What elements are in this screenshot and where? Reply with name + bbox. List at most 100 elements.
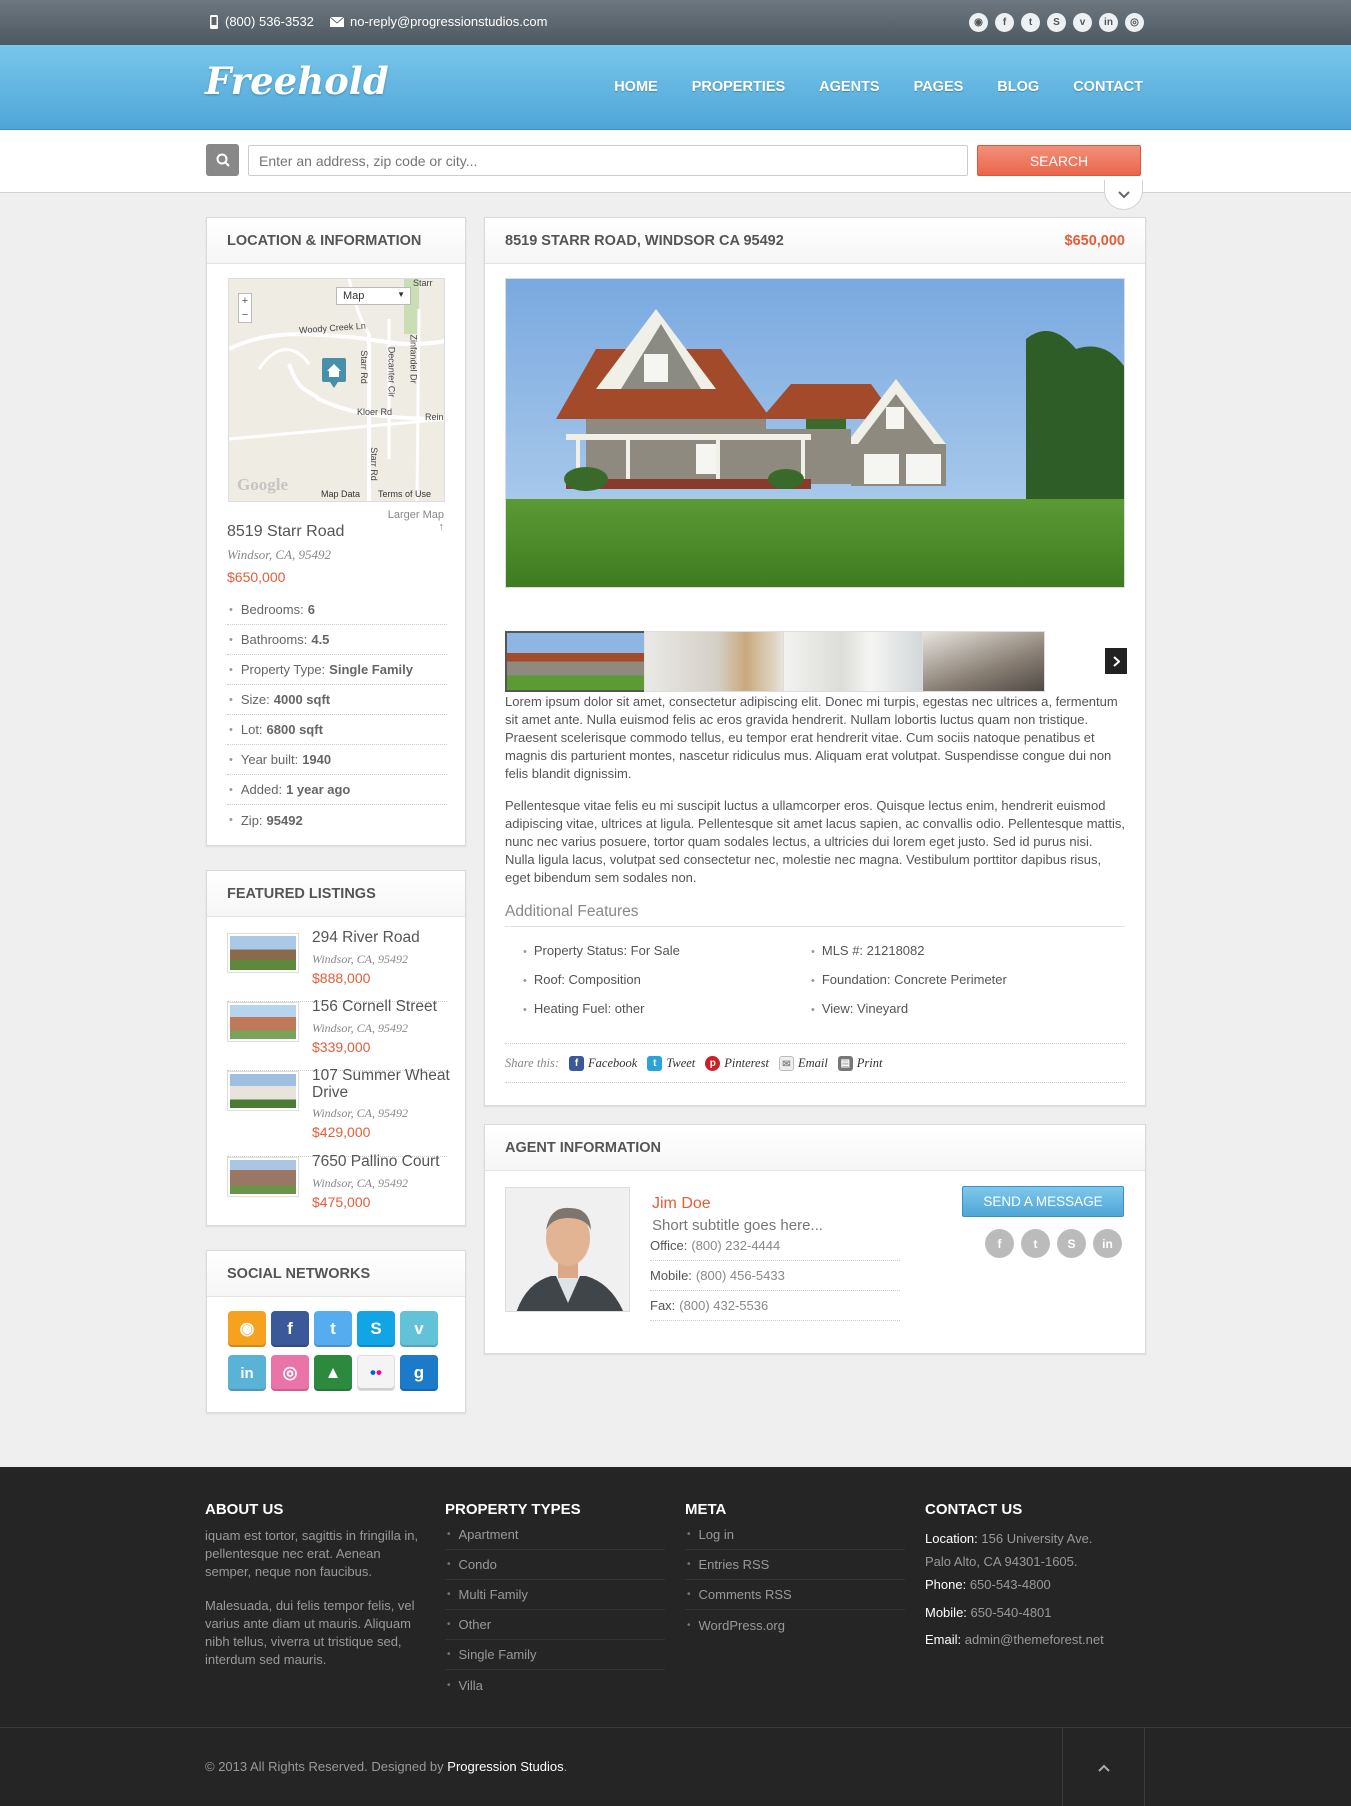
twitter-icon[interactable]: t xyxy=(1021,1229,1050,1258)
footer-link[interactable]: Condo xyxy=(445,1550,665,1580)
forrst-icon[interactable]: ▲ xyxy=(314,1355,352,1391)
agent-name[interactable]: Jim Doe xyxy=(652,1195,711,1213)
property-map[interactable]: + − Map ▼ Woody Creek Ln Starr Rd Decant… xyxy=(228,278,445,502)
detail-key: Added: xyxy=(240,782,283,797)
email-contact[interactable]: no-reply@progressionstudios.com xyxy=(330,14,547,29)
twitter-icon[interactable]: t xyxy=(314,1311,352,1347)
footer-link[interactable]: Villa xyxy=(445,1670,665,1700)
linkedin-icon[interactable]: in xyxy=(1093,1229,1122,1258)
share-facebook[interactable]: f Facebook xyxy=(569,1055,637,1071)
photo-thumbnail[interactable] xyxy=(922,631,1045,692)
larger-map-link[interactable]: Larger Map ↑ xyxy=(382,509,444,533)
listing-thumbnail[interactable] xyxy=(227,1002,299,1042)
footer-link[interactable]: Multi Family xyxy=(445,1580,665,1610)
nav-contact[interactable]: CONTACT xyxy=(1073,79,1143,95)
facebook-icon[interactable]: f xyxy=(985,1229,1014,1258)
nav-blog[interactable]: BLOG xyxy=(997,79,1039,95)
footer-link[interactable]: Single Family xyxy=(445,1640,665,1670)
dribbble-icon[interactable]: ◎ xyxy=(271,1355,309,1391)
photo-thumbnail[interactable] xyxy=(505,631,651,692)
map-pin-icon[interactable] xyxy=(321,357,347,389)
linkedin-icon[interactable]: in xyxy=(228,1355,266,1391)
footer-about-title: ABOUT US xyxy=(205,1501,284,1518)
share-pinterest[interactable]: p Pinterest xyxy=(705,1055,769,1071)
nav-properties[interactable]: PROPERTIES xyxy=(692,79,785,95)
featured-item[interactable]: 294 River Road Windsor, CA, 95492 $888,0… xyxy=(227,929,447,1002)
detail-key: Year built: xyxy=(240,752,299,767)
property-main-photo[interactable] xyxy=(505,278,1125,588)
listing-name[interactable]: 294 River Road xyxy=(312,929,452,946)
footer-link[interactable]: Other xyxy=(445,1610,665,1640)
share-print[interactable]: ▤ Print xyxy=(837,1055,883,1071)
skype-icon[interactable]: S xyxy=(1047,13,1066,32)
facebook-icon[interactable]: f xyxy=(271,1311,309,1347)
back-to-top-button[interactable] xyxy=(1062,1728,1145,1806)
footer-link[interactable]: WordPress.org xyxy=(685,1610,905,1640)
listing-address: Windsor, CA, 95492 xyxy=(312,952,409,966)
email-value[interactable]: admin@themeforest.net xyxy=(965,1632,1104,1647)
search-icon[interactable] xyxy=(206,144,239,176)
vimeo-icon[interactable]: v xyxy=(1073,13,1092,32)
terms-link[interactable]: Terms of Use xyxy=(378,489,431,499)
nav-agents[interactable]: AGENTS xyxy=(819,79,879,95)
thumbnail-next-button[interactable] xyxy=(1105,648,1127,674)
footer-link[interactable]: Apartment xyxy=(445,1520,665,1550)
share-pinterest-label: Pinterest xyxy=(724,1055,769,1070)
footer-link[interactable]: Entries RSS xyxy=(685,1550,905,1580)
email-address[interactable]: no-reply@progressionstudios.com xyxy=(350,14,547,29)
skype-icon[interactable]: S xyxy=(357,1311,395,1347)
panel-title: FEATURED LISTINGS xyxy=(207,871,465,917)
flickr-icon[interactable]: • • xyxy=(357,1355,395,1391)
footer-types-title: PROPERTY TYPES xyxy=(445,1501,581,1518)
panel-title: AGENT INFORMATION xyxy=(485,1125,1145,1171)
detail-value: 4.5 xyxy=(311,632,330,647)
dribbble-icon[interactable]: ◎ xyxy=(1125,13,1144,32)
agent-office: Office: (800) 232-4444 xyxy=(650,1231,900,1261)
twitter-icon: t xyxy=(647,1055,663,1071)
featured-item[interactable]: 7650 Pallino Court Windsor, CA, 95492 $4… xyxy=(227,1153,447,1226)
map-type-select[interactable]: Map ▼ xyxy=(336,287,411,305)
map-zoom-control[interactable]: + − xyxy=(238,293,252,323)
featured-item[interactable]: 107 Summer Wheat Drive Windsor, CA, 9549… xyxy=(227,1067,450,1157)
map-data-link[interactable]: Map Data xyxy=(321,489,360,499)
search-toggle[interactable] xyxy=(1104,180,1143,210)
detail-key: Bathrooms: xyxy=(240,632,308,647)
skype-icon[interactable]: S xyxy=(1057,1229,1086,1258)
google-icon[interactable]: g xyxy=(400,1355,438,1391)
rss-icon[interactable]: ◉ xyxy=(228,1311,266,1347)
footer-about-text: iquam est tortor, sagittis in fringilla … xyxy=(205,1528,419,1579)
vimeo-icon[interactable]: v xyxy=(400,1311,438,1347)
rss-icon[interactable]: ◉ xyxy=(969,13,988,32)
send-message-button[interactable]: SEND A MESSAGE xyxy=(962,1186,1124,1217)
footer-contact-title: CONTACT US xyxy=(925,1501,1023,1518)
nav-pages[interactable]: PAGES xyxy=(914,79,964,95)
footer-mobile: Mobile: 650-540-4801 xyxy=(925,1601,1052,1624)
twitter-icon[interactable]: t xyxy=(1021,13,1040,32)
nav-home[interactable]: HOME xyxy=(614,79,658,95)
share-email[interactable]: ✉ Email xyxy=(778,1055,828,1071)
listing-thumbnail[interactable] xyxy=(227,1071,299,1111)
chevron-down-icon xyxy=(1117,190,1130,198)
featured-item[interactable]: 156 Cornell Street Windsor, CA, 95492 $3… xyxy=(227,998,447,1071)
footer-link[interactable]: Log in xyxy=(685,1520,905,1550)
listing-name[interactable]: 156 Cornell Street xyxy=(312,998,452,1015)
linkedin-icon[interactable]: in xyxy=(1099,13,1118,32)
search-input[interactable] xyxy=(248,145,968,176)
designer-link[interactable]: Progression Studios xyxy=(447,1759,563,1774)
mobile-phone: (800) 456-5433 xyxy=(695,1268,785,1283)
listing-name[interactable]: 7650 Pallino Court xyxy=(312,1153,452,1170)
photo-thumbnail[interactable] xyxy=(644,631,790,692)
listing-thumbnail[interactable] xyxy=(227,1157,299,1197)
zoom-out-button[interactable]: − xyxy=(239,308,251,322)
listing-name[interactable]: 107 Summer Wheat Drive xyxy=(312,1067,452,1101)
share-twitter[interactable]: t Tweet xyxy=(647,1055,695,1071)
footer-link[interactable]: Comments RSS xyxy=(685,1580,905,1610)
photo-thumbnail[interactable] xyxy=(783,631,929,692)
search-button[interactable]: SEARCH xyxy=(977,145,1141,176)
facebook-icon[interactable]: f xyxy=(995,13,1014,32)
listing-thumbnail[interactable] xyxy=(227,933,299,973)
fax-label: Fax: xyxy=(650,1298,676,1313)
fax-number: (800) 432-5536 xyxy=(679,1298,769,1313)
zoom-in-button[interactable]: + xyxy=(239,294,251,308)
site-logo[interactable]: Freehold xyxy=(205,59,389,103)
